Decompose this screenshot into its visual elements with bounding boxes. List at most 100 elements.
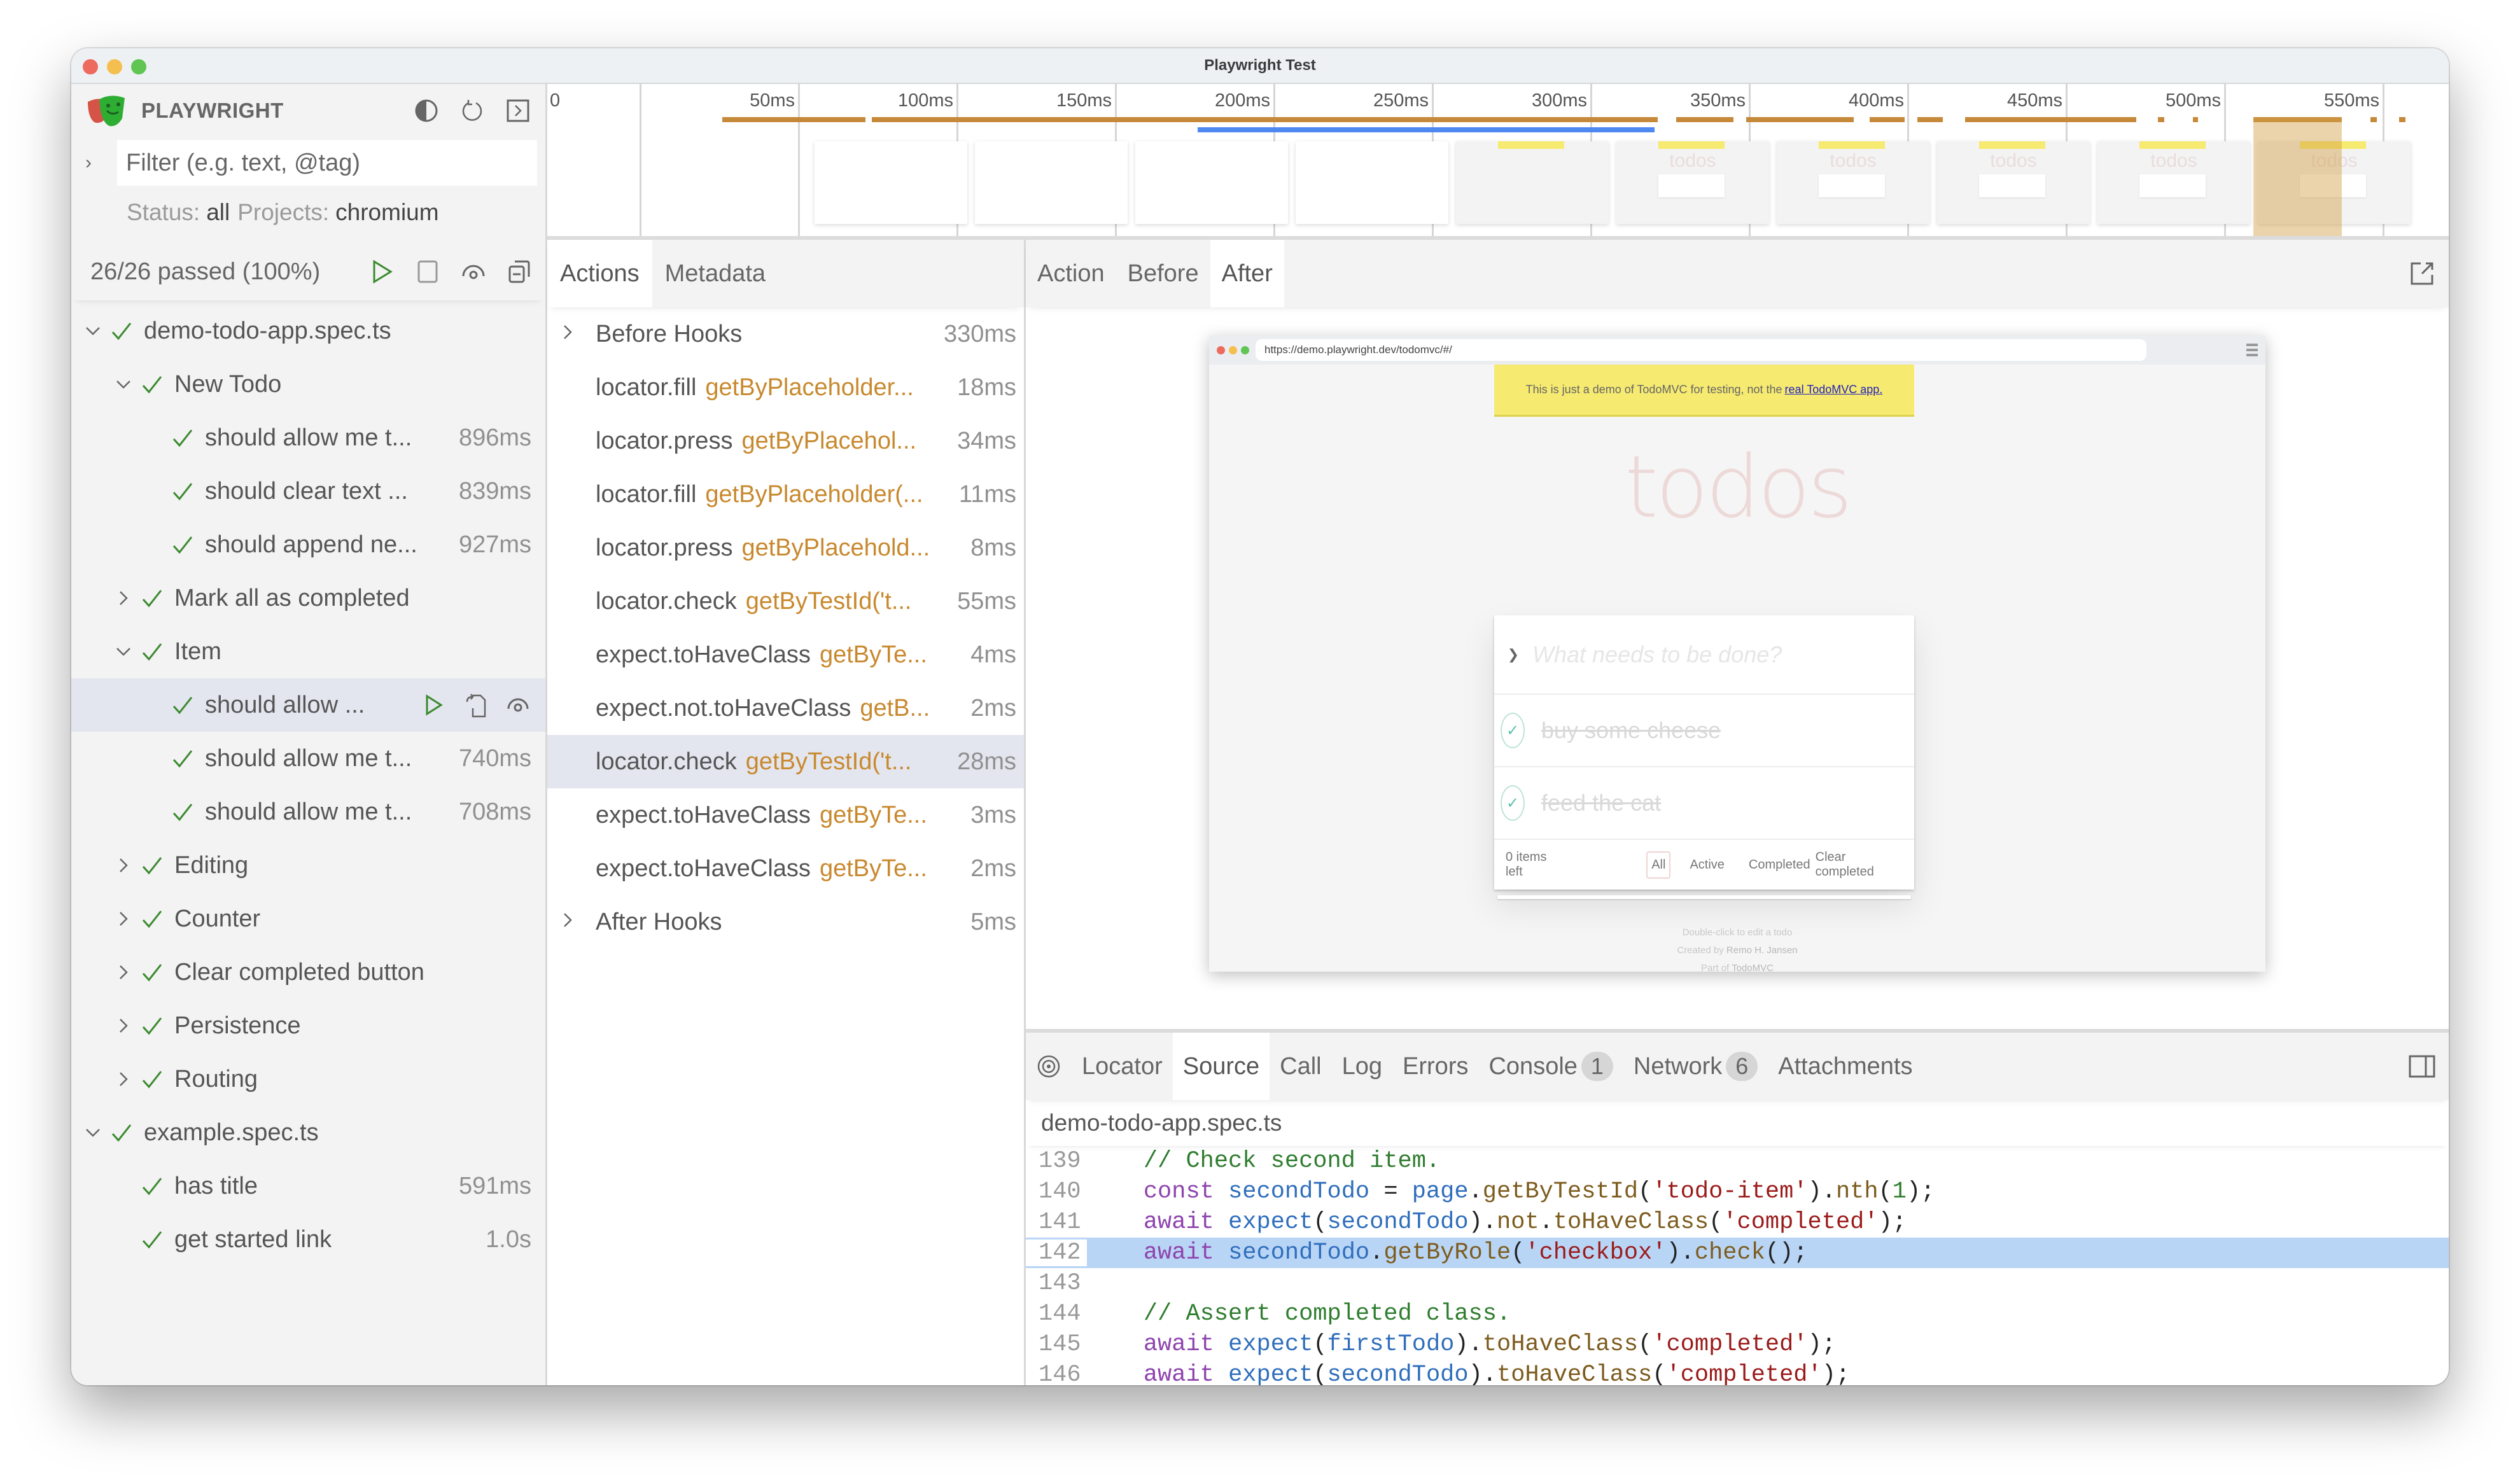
tree-item[interactable]: Routing <box>71 1052 545 1106</box>
tab-errors[interactable]: Errors <box>1392 1033 1478 1100</box>
chevron-right-icon[interactable] <box>111 1016 136 1035</box>
action-item[interactable]: locator.fill getByPlaceholder... 18ms <box>547 361 1024 414</box>
tree-item[interactable]: should allow ... <box>71 678 545 732</box>
tree-item[interactable]: has title 591ms <box>71 1159 545 1213</box>
action-item[interactable]: locator.check getByTestId('t... 55ms <box>547 575 1024 628</box>
toggle-sidebar-icon[interactable] <box>2398 1033 2449 1100</box>
todo-checkbox[interactable]: ✓ <box>1501 785 1525 821</box>
code-token: ( <box>1313 1362 1327 1385</box>
status-filter[interactable]: Status: all Projects: chromium <box>71 188 545 237</box>
tab-action[interactable]: Action <box>1026 240 1116 307</box>
tab-locator[interactable]: Locator <box>1072 1033 1173 1100</box>
timeline-snapshot-thumbnail[interactable]: todos <box>1937 141 2090 224</box>
tree-item[interactable]: should allow me t... 740ms <box>71 732 545 785</box>
action-item[interactable]: expect.toHaveClass getByTe... 2ms <box>547 842 1024 895</box>
timeline-snapshot-thumbnail[interactable] <box>975 141 1128 224</box>
timeline-snapshot-thumbnail[interactable] <box>1135 141 1288 224</box>
minimize-window-button[interactable] <box>107 59 122 74</box>
action-item[interactable]: expect.toHaveClass getByTe... 3ms <box>547 788 1024 842</box>
toggle-all-icon[interactable]: ❯ <box>1494 646 1532 663</box>
chevron-right-icon[interactable] <box>111 1070 136 1089</box>
status-value[interactable]: all <box>206 199 230 226</box>
pick-locator-icon[interactable] <box>1026 1033 1072 1100</box>
timeline-snapshot-thumbnail[interactable]: todos <box>1616 141 1769 224</box>
chevron-right-icon[interactable] <box>111 963 136 982</box>
run-test-icon[interactable] <box>421 692 447 718</box>
maximize-window-button[interactable] <box>131 59 146 74</box>
stop-icon[interactable] <box>414 258 441 285</box>
chevron-down-icon[interactable] <box>80 325 106 337</box>
tree-item-label: Item <box>174 638 221 665</box>
tree-item[interactable]: should allow me t... 896ms <box>71 411 545 464</box>
chevron-down-icon[interactable] <box>80 1126 106 1139</box>
action-item[interactable]: locator.press getByPlacehold... 8ms <box>547 521 1024 575</box>
action-item[interactable]: Before Hooks 330ms <box>547 307 1024 361</box>
watch-test-icon[interactable] <box>505 692 531 718</box>
tab-network[interactable]: Network 6 <box>1623 1033 1768 1100</box>
action-item[interactable]: locator.press getByPlacehol... 34ms <box>547 414 1024 468</box>
tree-item[interactable]: Editing <box>71 839 545 892</box>
todomvc-link[interactable]: TodoMVC <box>1732 963 1774 974</box>
projects-value[interactable]: chromium <box>335 199 438 226</box>
tree-item[interactable]: Mark all as completed <box>71 571 545 625</box>
tree-item[interactable]: Clear completed button <box>71 946 545 999</box>
chevron-down-icon[interactable] <box>111 378 136 391</box>
collapse-all-icon[interactable] <box>506 258 533 285</box>
tree-item[interactable]: demo-todo-app.spec.ts <box>71 304 545 358</box>
watch-all-icon[interactable] <box>460 258 487 285</box>
demo-banner-link[interactable]: real TodoMVC app. <box>1785 383 1883 396</box>
chevron-right-icon[interactable] <box>111 589 136 608</box>
tree-item[interactable]: should clear text ... 839ms <box>71 464 545 518</box>
chevron-right-icon[interactable] <box>111 909 136 928</box>
new-todo-input[interactable] <box>1532 641 1889 668</box>
tree-item[interactable]: should append ne... 927ms <box>71 518 545 571</box>
go-to-source-icon[interactable] <box>463 692 489 718</box>
timeline-snapshot-thumbnail[interactable]: todos <box>2097 141 2250 224</box>
tree-item[interactable]: Item <box>71 625 545 678</box>
action-item[interactable]: After Hooks 5ms <box>547 895 1024 949</box>
tree-item[interactable]: example.spec.ts <box>71 1106 545 1159</box>
filter-completed[interactable]: Completed <box>1744 851 1816 879</box>
tab-console[interactable]: Console 1 <box>1478 1033 1623 1100</box>
filter-input[interactable] <box>117 140 537 186</box>
toggle-output-icon[interactable] <box>505 97 531 124</box>
action-item[interactable]: expect.not.toHaveClass getB... 2ms <box>547 681 1024 735</box>
close-window-button[interactable] <box>83 59 98 74</box>
chevron-right-icon[interactable] <box>561 321 585 348</box>
chevron-down-icon[interactable] <box>111 645 136 658</box>
filter-all[interactable]: All <box>1646 851 1671 879</box>
chevron-right-icon[interactable] <box>561 909 585 936</box>
tree-item[interactable]: Persistence <box>71 999 545 1052</box>
action-item[interactable]: locator.fill getByPlaceholder(... 11ms <box>547 468 1024 521</box>
tab-metadata[interactable]: Metadata <box>652 240 778 307</box>
tree-item[interactable]: should allow me t... 708ms <box>71 785 545 839</box>
todo-checkbox[interactable]: ✓ <box>1501 713 1525 748</box>
tab-attachments[interactable]: Attachments <box>1768 1033 1922 1100</box>
code-token: ). <box>1468 1209 1497 1236</box>
reload-icon[interactable] <box>459 97 486 124</box>
action-item[interactable]: locator.check getByTestId('t... 28ms <box>547 735 1024 788</box>
tree-item[interactable]: New Todo <box>71 358 545 411</box>
tab-actions[interactable]: Actions <box>547 240 652 307</box>
timeline[interactable]: 0 50ms 100ms 150ms 200ms 250ms 300ms 350ms 400ms… <box>547 84 2449 240</box>
tab-after[interactable]: After <box>1210 240 1284 307</box>
tab-log[interactable]: Log <box>1332 1033 1392 1100</box>
timeline-snapshot-thumbnail[interactable] <box>1296 141 1448 224</box>
expand-filters-icon[interactable]: › <box>85 152 103 174</box>
external-link-icon[interactable] <box>2397 240 2449 307</box>
tab-source[interactable]: Source <box>1172 1033 1270 1100</box>
run-all-icon[interactable] <box>368 258 395 285</box>
chevron-right-icon[interactable] <box>111 856 136 875</box>
tree-item[interactable]: Counter <box>71 892 545 946</box>
theme-toggle-icon[interactable] <box>413 97 440 124</box>
timeline-snapshot-thumbnail[interactable] <box>815 141 967 224</box>
filter-active[interactable]: Active <box>1684 851 1729 879</box>
tab-call[interactable]: Call <box>1270 1033 1331 1100</box>
action-item[interactable]: expect.toHaveClass getByTe... 4ms <box>547 628 1024 681</box>
timeline-snapshot-thumbnail[interactable] <box>1456 141 1609 224</box>
tree-item[interactable]: get started link 1.0s <box>71 1213 545 1266</box>
clear-completed-button[interactable]: Clear completed <box>1816 850 1903 879</box>
timeline-snapshot-thumbnail[interactable]: todos <box>1777 141 1929 224</box>
author-link[interactable]: Remo H. Jansen <box>1726 945 1798 956</box>
tab-before[interactable]: Before <box>1116 240 1210 307</box>
